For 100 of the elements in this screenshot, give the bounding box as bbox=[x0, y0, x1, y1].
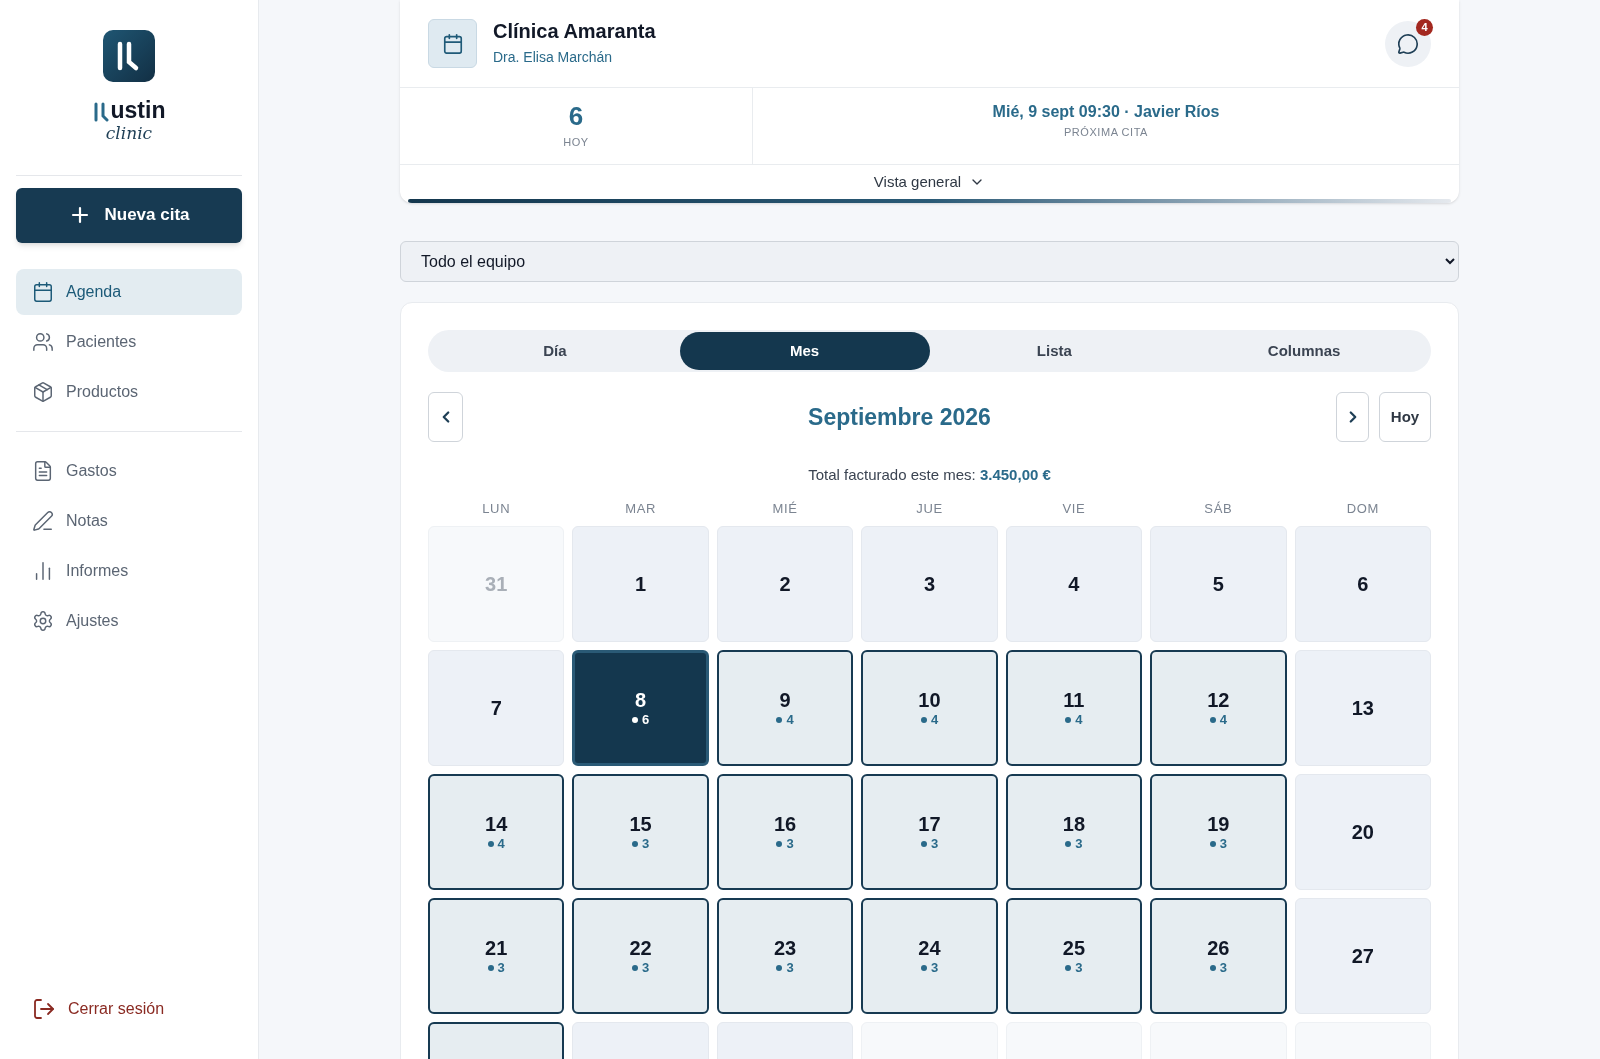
day-cell[interactable]: 22 3 bbox=[572, 898, 709, 1014]
view-tab[interactable]: Lista bbox=[929, 332, 1180, 370]
day-number: 19 bbox=[1207, 812, 1230, 836]
day-cell[interactable]: 21 3 bbox=[428, 898, 565, 1014]
settings-icon bbox=[32, 609, 54, 632]
weekday-label: MAR bbox=[624, 499, 658, 518]
calendar-icon bbox=[441, 32, 464, 55]
brand-name: ustin bbox=[110, 98, 166, 122]
day-cell[interactable]: 10 4 bbox=[861, 650, 998, 766]
next-month-button[interactable] bbox=[1336, 392, 1369, 442]
appointment-count: 4 bbox=[1075, 712, 1083, 728]
day-cell[interactable]: 4 bbox=[1005, 526, 1143, 642]
previous-month-button[interactable] bbox=[428, 392, 463, 442]
day-cell[interactable]: 7 bbox=[428, 650, 565, 766]
appointment-count: 4 bbox=[930, 712, 939, 728]
appointment-count: 3 bbox=[786, 836, 794, 852]
sidebar-item[interactable]: Ajustes bbox=[16, 597, 242, 644]
appointment-count: 3 bbox=[497, 960, 505, 976]
appointment-count: 3 bbox=[1075, 960, 1083, 976]
day-cell[interactable]: 14 4 bbox=[428, 774, 565, 890]
day-number: 26 bbox=[1207, 936, 1230, 960]
day-cell[interactable]: 1 bbox=[572, 526, 709, 642]
day-cell[interactable]: 8 6 bbox=[572, 650, 709, 766]
box-icon bbox=[32, 380, 54, 403]
day-cell[interactable]: 9 4 bbox=[716, 650, 854, 766]
day-number: 2 bbox=[779, 572, 791, 596]
day-number: 5 bbox=[1212, 572, 1224, 596]
sidebar-item[interactable]: Informes bbox=[16, 547, 242, 594]
day-number: 15 bbox=[629, 812, 652, 836]
day-cell[interactable]: 27 bbox=[1294, 898, 1431, 1014]
day-number: 4 bbox=[1068, 572, 1080, 596]
weekday-label: DOM bbox=[1345, 499, 1380, 518]
day-number: 22 bbox=[629, 936, 652, 960]
day-cell[interactable]: 2 bbox=[716, 526, 854, 642]
today-label: HOY bbox=[563, 134, 589, 150]
sidebar-item[interactable]: Agenda bbox=[16, 268, 242, 315]
day-number: 9 bbox=[779, 688, 791, 712]
day-number: 18 bbox=[1062, 812, 1086, 836]
day-cell[interactable]: 23 3 bbox=[716, 898, 854, 1014]
day-cell[interactable]: 20 bbox=[1294, 774, 1431, 890]
appointment-count: 4 bbox=[1219, 712, 1227, 728]
day-number: 13 bbox=[1351, 696, 1374, 720]
day-cell[interactable]: 12 4 bbox=[1150, 650, 1287, 766]
logout-icon bbox=[32, 997, 56, 1021]
day-number: 14 bbox=[485, 812, 508, 836]
new-appointment-button[interactable]: Nueva cita bbox=[16, 187, 242, 243]
day-cell[interactable]: 13 bbox=[1294, 650, 1431, 766]
appointment-count: 3 bbox=[930, 836, 939, 852]
view-tab[interactable]: Mes bbox=[679, 332, 930, 370]
day-number: 24 bbox=[918, 936, 941, 960]
day-cell[interactable]: 5 bbox=[1150, 526, 1287, 642]
day-cell[interactable]: 11 4 bbox=[1005, 650, 1143, 766]
appointment-count: 3 bbox=[1219, 960, 1227, 976]
calendar-icon bbox=[32, 280, 54, 303]
sidebar-item[interactable]: Productos bbox=[16, 368, 242, 415]
view-tab[interactable]: Columnas bbox=[1179, 332, 1429, 370]
view-tab[interactable]: Día bbox=[430, 332, 680, 370]
team-select[interactable]: Todo el equipo bbox=[400, 241, 1459, 282]
day-cell[interactable]: 3 bbox=[861, 526, 998, 642]
appointment-count: 6 bbox=[642, 712, 650, 728]
day-number: 6 bbox=[1357, 572, 1369, 596]
users-icon bbox=[32, 330, 54, 353]
day-number: 3 bbox=[923, 572, 936, 596]
day-number: 10 bbox=[918, 688, 941, 712]
chat-icon bbox=[1397, 32, 1419, 55]
day-cell[interactable]: 19 3 bbox=[1150, 774, 1287, 890]
day-cell[interactable]: 18 3 bbox=[1005, 774, 1143, 890]
appointment-count: 3 bbox=[1219, 836, 1227, 852]
document-icon bbox=[32, 459, 54, 482]
appointment-count: 4 bbox=[786, 712, 794, 728]
day-number: 11 bbox=[1063, 688, 1085, 712]
day-number: 7 bbox=[490, 696, 502, 720]
day-cell[interactable]: 26 3 bbox=[1150, 898, 1287, 1014]
day-cell[interactable]: 16 3 bbox=[716, 774, 854, 890]
weekday-label: VIE bbox=[1061, 499, 1087, 518]
messages-button[interactable]: 4 bbox=[1385, 20, 1431, 67]
logo-icon bbox=[103, 30, 155, 82]
sidebar-item[interactable]: Notas bbox=[16, 497, 242, 544]
day-cell[interactable]: 24 3 bbox=[861, 898, 998, 1014]
today-button[interactable]: Hoy bbox=[1379, 392, 1431, 442]
monthly-total: Total facturado este mes: 3.450,00 € bbox=[808, 465, 1051, 485]
today-count: 6 bbox=[568, 101, 584, 130]
day-number: 8 bbox=[635, 688, 647, 712]
weekday-label: MIÉ bbox=[771, 499, 799, 518]
day-cell[interactable]: 6 bbox=[1294, 526, 1431, 642]
day-cell[interactable]: 25 3 bbox=[1005, 898, 1143, 1014]
sidebar-item[interactable]: Gastos bbox=[16, 447, 242, 494]
day-number: 16 bbox=[773, 812, 797, 836]
weekday-label: JUE bbox=[915, 499, 944, 518]
appointment-count: 3 bbox=[642, 836, 650, 852]
logout-button[interactable]: Cerrar sesión bbox=[16, 989, 242, 1029]
appointment-count: 3 bbox=[786, 960, 794, 976]
day-cell[interactable]: 17 3 bbox=[861, 774, 998, 890]
overview-toggle[interactable]: Vista general bbox=[873, 170, 986, 194]
sidebar-item[interactable]: Pacientes bbox=[16, 318, 242, 365]
appointment-count: 3 bbox=[642, 960, 650, 976]
day-cell[interactable]: 15 3 bbox=[572, 774, 709, 890]
brand-tagline: clinic bbox=[105, 122, 153, 145]
day-number: 27 bbox=[1351, 944, 1374, 968]
weekday-label: LUN bbox=[481, 499, 512, 518]
